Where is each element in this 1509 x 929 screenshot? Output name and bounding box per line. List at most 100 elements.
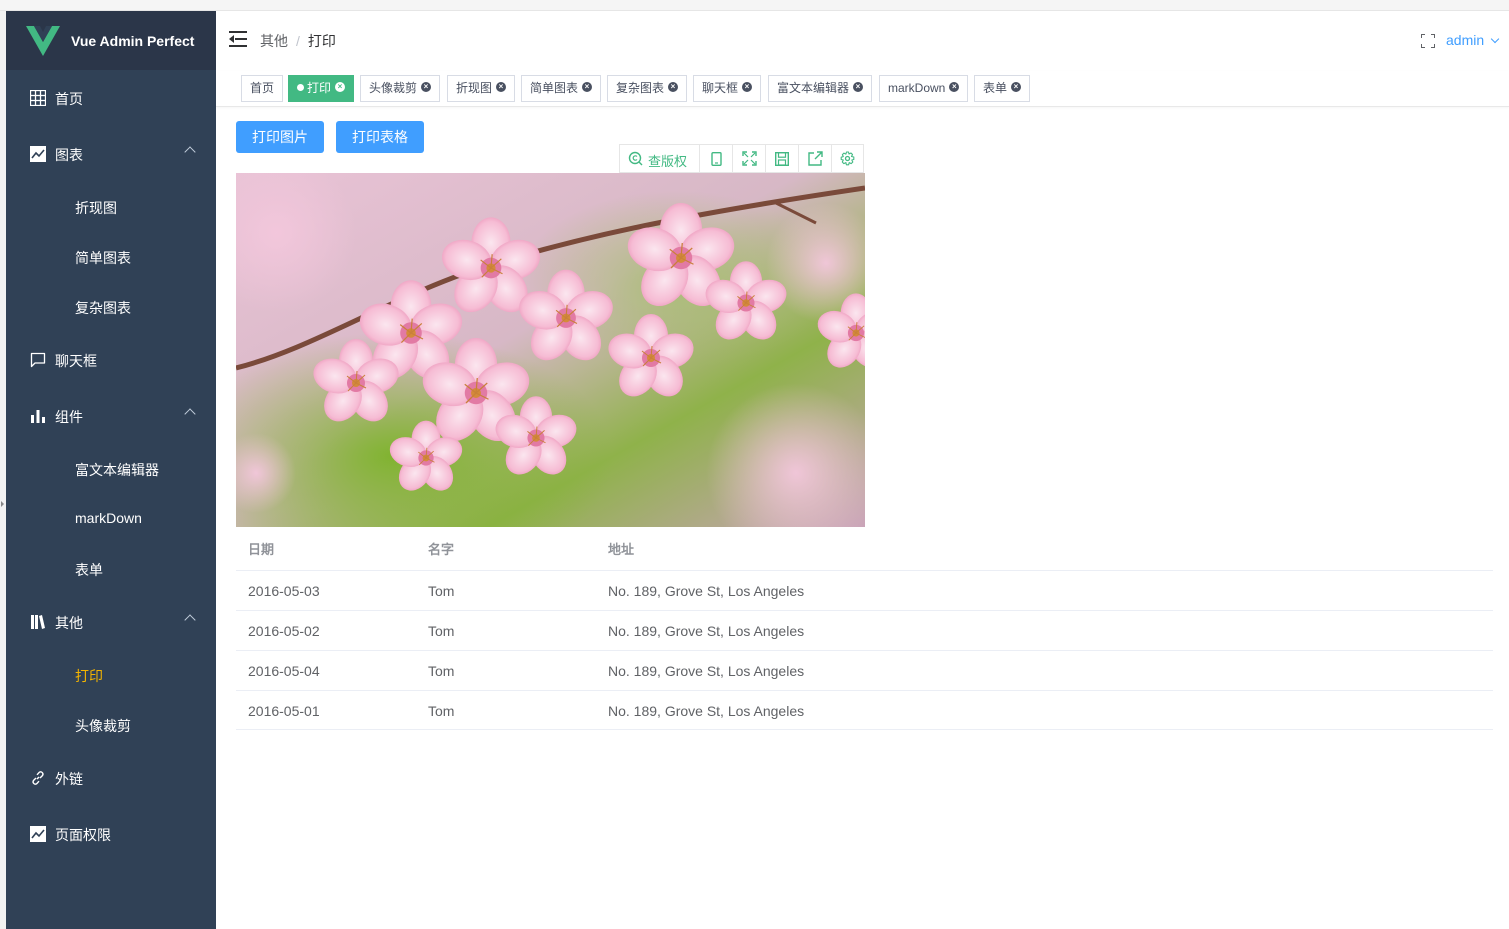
tag-label: 头像裁剪 (369, 81, 418, 95)
breadcrumb: 其他 / 打印 (260, 31, 336, 51)
breadcrumb-item[interactable]: 其他 (260, 33, 288, 49)
tag-rich-text[interactable]: 富文本编辑器 × (768, 75, 873, 102)
tag-simple-chart[interactable]: 简单图表 × (521, 75, 602, 102)
print-image-button[interactable]: 打印图片 (236, 121, 324, 153)
close-icon[interactable]: × (668, 82, 679, 92)
table-row[interactable]: 2016-05-01 Tom No. 189, Grove St, Los An… (236, 690, 1493, 730)
tag-complex-chart[interactable]: 复杂图表 × (607, 75, 688, 102)
tag-label: 复杂图表 (616, 81, 665, 95)
logo[interactable]: Vue Admin Perfect (6, 11, 216, 70)
column-header-address: 地址 (608, 542, 635, 557)
copyright-label: 查版权 (648, 154, 688, 169)
user-dropdown[interactable]: admin (1446, 32, 1500, 48)
sidebar-item-label: 首页 (55, 91, 83, 107)
copyright-check-button[interactable]: 查版权 (620, 145, 700, 172)
sidebar-subitem-rich-text[interactable]: 富文本编辑器 (6, 444, 216, 494)
app-title: Vue Admin Perfect (71, 32, 195, 49)
line-chart-icon (30, 826, 46, 842)
sidebar-item-permissions[interactable]: 页面权限 (6, 806, 216, 862)
sidebar-subitem-label: markDown (75, 510, 142, 526)
sidebar-subitem-complex-chart[interactable]: 复杂图表 (6, 282, 216, 332)
phone-icon (711, 152, 722, 166)
sidebar-item-label: 外链 (55, 771, 83, 787)
sidebar-subitem-line-chart[interactable]: 折现图 (6, 182, 216, 232)
cell-date: 2016-05-02 (248, 623, 320, 639)
expand-icon (742, 151, 757, 166)
sidebar-item-label: 聊天框 (55, 353, 97, 369)
cell-name: Tom (428, 703, 455, 719)
tag-line-chart[interactable]: 折现图 × (447, 75, 516, 102)
sidebar-item-label: 图表 (55, 147, 83, 163)
cell-date: 2016-05-03 (248, 583, 320, 599)
vue-logo-icon (26, 25, 60, 56)
sidebar-subitem-simple-chart[interactable]: 简单图表 (6, 232, 216, 282)
sidebar-item-home[interactable]: 首页 (6, 70, 216, 126)
sidebar-item-label: 其他 (55, 615, 83, 631)
cell-name: Tom (428, 623, 455, 639)
link-icon (32, 771, 44, 785)
books-icon (31, 615, 45, 629)
print-table-button[interactable]: 打印表格 (336, 121, 424, 153)
settings-button[interactable] (832, 145, 863, 172)
sidebar-item-other[interactable]: 其他 (6, 594, 216, 650)
sidebar-subitem-form[interactable]: 表单 (6, 544, 216, 594)
sidebar-item-charts[interactable]: 图表 (6, 126, 216, 182)
sidebar-subitem-label: 简单图表 (75, 250, 131, 266)
close-icon[interactable]: × (949, 82, 960, 92)
menu-toggle-icon[interactable] (229, 31, 247, 47)
close-icon[interactable]: × (421, 82, 432, 92)
close-icon[interactable]: × (582, 82, 593, 92)
sidebar-item-external-link[interactable]: 外链 (6, 750, 216, 806)
close-icon[interactable]: × (496, 82, 507, 92)
close-icon[interactable]: × (1011, 82, 1022, 92)
sidebar-subitem-avatar-crop[interactable]: 头像裁剪 (6, 700, 216, 750)
table-row[interactable]: 2016-05-03 Tom No. 189, Grove St, Los An… (236, 570, 1493, 610)
sidebar-subitem-label: 复杂图表 (75, 300, 131, 316)
column-header-name: 名字 (428, 542, 455, 557)
chevron-up-icon (184, 614, 196, 626)
tags-view: 首页 打印 × 头像裁剪 × 折现图 × 简单图表 × 复杂图表 × 聊天框 × 富文本编辑… (216, 71, 1509, 107)
tag-home[interactable]: 首页 (241, 75, 284, 102)
breadcrumb-separator: / (296, 33, 300, 49)
sidebar: Vue Admin Perfect 首页 图表 折现图 简单图表 复杂图表 聊天… (6, 11, 216, 929)
sidebar-subitem-markdown[interactable]: markDown (6, 494, 216, 544)
cell-name: Tom (428, 583, 455, 599)
chevron-down-icon (1490, 34, 1500, 44)
browser-top-strip (0, 0, 1509, 11)
mobile-view-button[interactable] (700, 145, 733, 172)
tag-label: 首页 (250, 81, 275, 95)
bar-chart-icon (31, 410, 45, 423)
table-row[interactable]: 2016-05-04 Tom No. 189, Grove St, Los An… (236, 650, 1493, 690)
close-icon[interactable]: × (742, 82, 753, 92)
cell-address: No. 189, Grove St, Los Angeles (608, 583, 805, 599)
tag-label: 表单 (983, 81, 1008, 95)
tag-chat[interactable]: 聊天框 × (693, 75, 762, 102)
cell-address: No. 189, Grove St, Los Angeles (608, 663, 805, 679)
sidebar-item-chat[interactable]: 聊天框 (6, 332, 216, 388)
save-icon (775, 152, 789, 166)
tag-print[interactable]: 打印 × (288, 75, 355, 102)
close-icon[interactable]: × (335, 82, 346, 92)
tag-label: 折现图 (456, 81, 493, 95)
tag-avatar-crop[interactable]: 头像裁剪 × (360, 75, 441, 102)
tag-label: markDown (888, 81, 946, 95)
share-button[interactable] (799, 145, 832, 172)
tag-markdown[interactable]: markDown × (879, 75, 969, 102)
table-row[interactable]: 2016-05-02 Tom No. 189, Grove St, Los An… (236, 610, 1493, 650)
sidebar-item-components[interactable]: 组件 (6, 388, 216, 444)
printable-photo (236, 173, 865, 527)
image-toolbar: 查版权 (619, 144, 864, 173)
collapse-handle-icon[interactable] (1, 501, 4, 507)
fullscreen-icon[interactable] (1421, 34, 1435, 48)
close-icon[interactable]: × (853, 82, 864, 92)
tag-form[interactable]: 表单 × (974, 75, 1031, 102)
cell-date: 2016-05-01 (248, 703, 320, 719)
sidebar-subitem-print[interactable]: 打印 (6, 650, 216, 700)
sidebar-item-label: 组件 (55, 409, 83, 425)
expand-button[interactable] (733, 145, 766, 172)
save-button[interactable] (766, 145, 799, 172)
tag-label: 聊天框 (702, 81, 739, 95)
line-chart-icon (30, 146, 46, 162)
username: admin (1446, 32, 1485, 48)
gear-icon (840, 151, 855, 166)
